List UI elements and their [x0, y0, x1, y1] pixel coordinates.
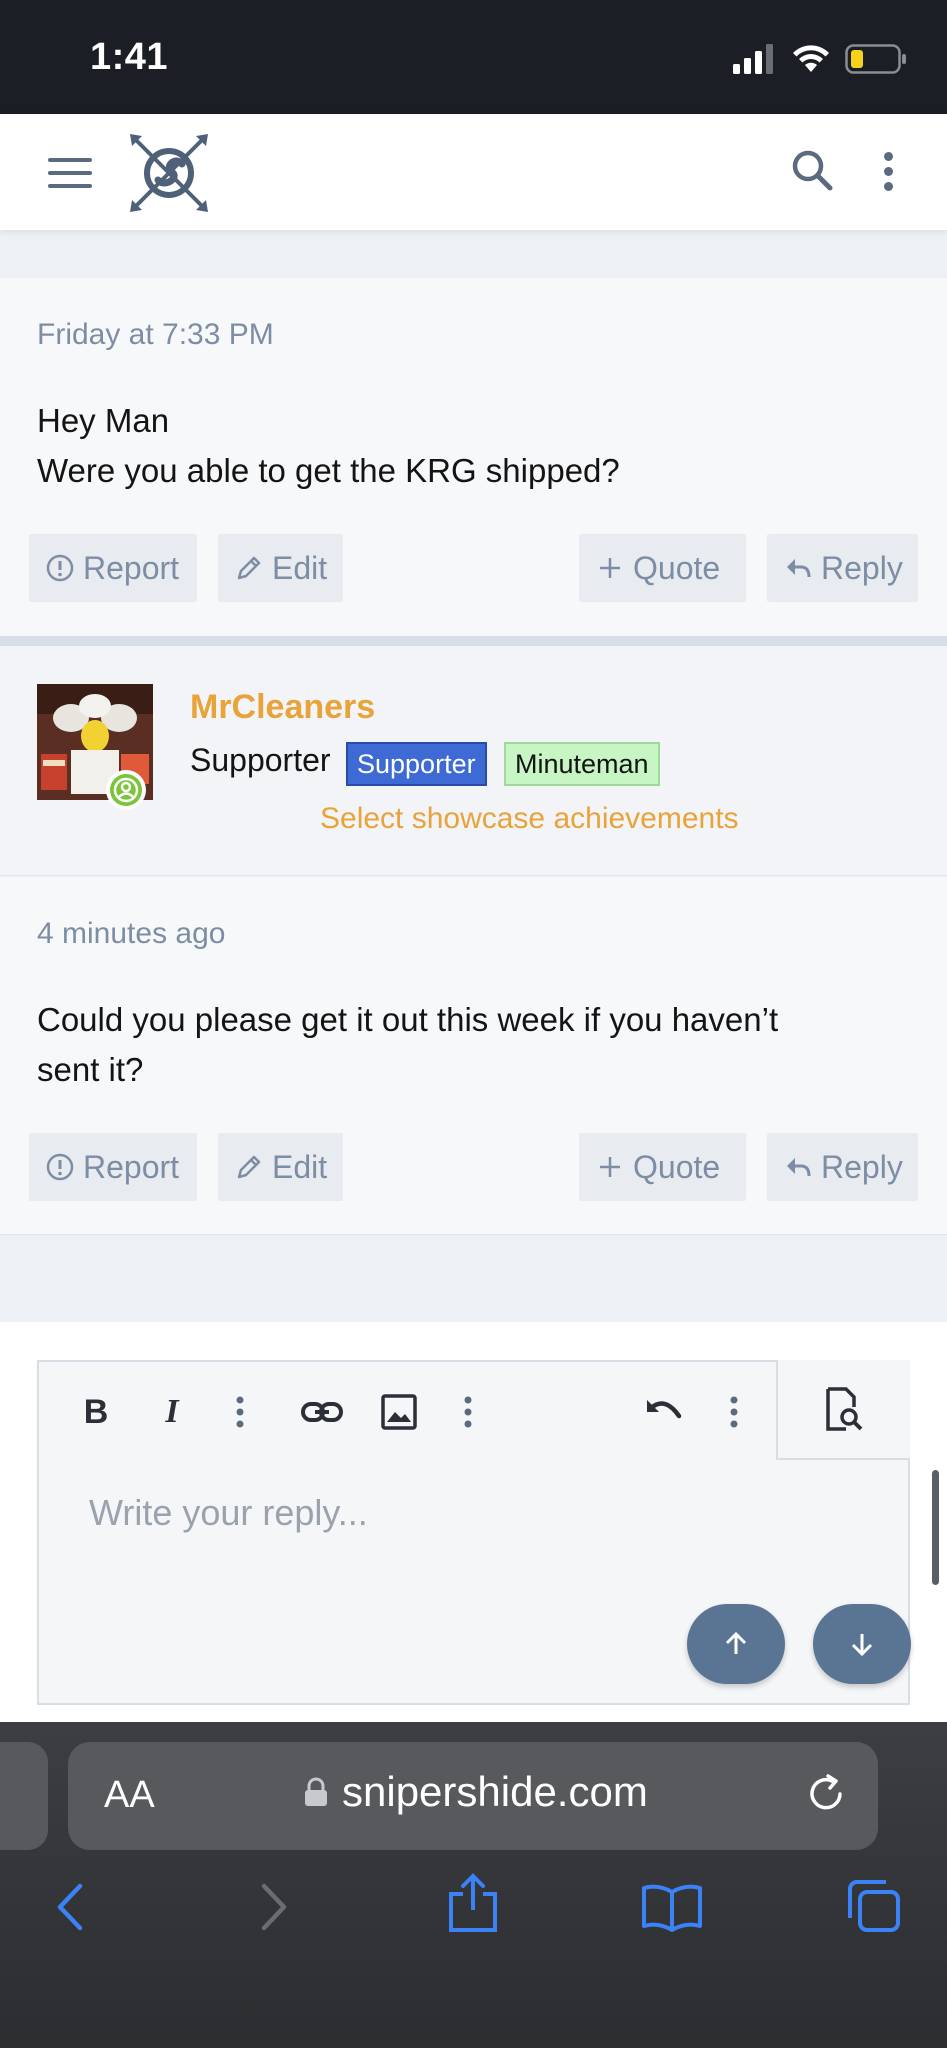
reply-arrow-icon [787, 559, 811, 578]
edit-button[interactable]: Edit [218, 534, 343, 602]
browser-toolbar: AA snipershide.com [0, 1722, 947, 2048]
pencil-icon [237, 1155, 261, 1179]
message-timestamp[interactable]: 4 minutes ago [37, 917, 225, 951]
text-size-label: AA [104, 1774, 155, 1816]
reload-icon[interactable] [804, 1772, 848, 1816]
text-size-button[interactable]: AA [104, 1774, 155, 1817]
reply-editor[interactable]: B I Write your reply... [37, 1360, 911, 1705]
alert-circle-icon [46, 554, 74, 582]
site-logo[interactable] [128, 132, 210, 214]
tabs-icon[interactable] [846, 1878, 902, 1934]
minuteman-badge: Minuteman [504, 742, 660, 786]
select-showcase-achievements-link[interactable]: Select showcase achievements [320, 802, 739, 836]
message-line: Could you please get it out this week if… [37, 1001, 779, 1038]
menu-line [48, 158, 92, 162]
plus-icon [600, 1157, 620, 1177]
share-icon[interactable] [446, 1872, 500, 1934]
reply-button[interactable]: Reply [767, 1133, 918, 1201]
back-icon[interactable] [54, 1882, 86, 1932]
cellular-signal-icon [733, 44, 773, 74]
preview-document-icon [826, 1387, 863, 1431]
kebab-dot [884, 152, 893, 161]
edit-label: Edit [272, 549, 328, 586]
lock-icon [305, 1777, 327, 1806]
report-button[interactable]: Report [29, 534, 197, 602]
kebab-dot [884, 182, 893, 191]
address-bar[interactable]: AA snipershide.com [68, 1742, 878, 1850]
quote-button[interactable]: Quote [579, 1133, 746, 1201]
page-scrollbar[interactable] [932, 1470, 939, 1585]
bold-icon[interactable]: B [81, 1390, 111, 1434]
wifi-icon [793, 45, 829, 72]
forward-icon[interactable] [258, 1882, 290, 1932]
scroll-up-button[interactable] [687, 1604, 785, 1684]
search-icon[interactable] [790, 148, 834, 192]
username-link[interactable]: MrCleaners [190, 688, 375, 727]
reply-label: Reply [821, 1148, 903, 1185]
message-body: Hey Man Were you able to get the KRG shi… [37, 396, 910, 496]
battery-icon [845, 44, 906, 74]
more-options-icon[interactable] [884, 152, 896, 192]
edit-button[interactable]: Edit [218, 1133, 343, 1201]
reply-label: Reply [821, 549, 903, 586]
more-text-options-icon[interactable] [235, 1390, 245, 1434]
report-button[interactable]: Report [29, 1133, 197, 1201]
pencil-icon [237, 556, 261, 580]
more-editor-options-icon[interactable] [729, 1390, 739, 1434]
italic-icon[interactable]: I [157, 1390, 187, 1434]
menu-button[interactable] [48, 158, 92, 188]
menu-line [48, 171, 92, 175]
user-title: Supporter [190, 742, 331, 778]
url-field[interactable]: snipershide.com [304, 1768, 648, 1816]
menu-line [48, 184, 92, 188]
previous-tab-preview[interactable] [0, 1742, 48, 1850]
reply-button[interactable]: Reply [767, 534, 918, 602]
link-icon[interactable] [301, 1390, 343, 1434]
reply-arrow-icon [787, 1158, 811, 1177]
message-body: Could you please get it out this week if… [37, 995, 910, 1095]
report-label: Report [83, 549, 180, 586]
online-user-icon [110, 774, 142, 806]
arrow-up-icon [725, 1631, 747, 1654]
image-icon[interactable] [381, 1390, 417, 1434]
message-divider [0, 636, 947, 646]
message-line: Hey Man [37, 402, 170, 439]
plus-icon [600, 558, 620, 578]
more-insert-options-icon[interactable] [463, 1390, 473, 1434]
message-line: Were you able to get the KRG shipped? [37, 452, 620, 489]
message-line: sent it? [37, 1051, 144, 1088]
preview-button[interactable] [776, 1360, 910, 1460]
alert-circle-icon [46, 1153, 74, 1181]
message-card: 4 minutes ago Could you please get it ou… [0, 877, 947, 1235]
bookmarks-icon[interactable] [640, 1882, 704, 1932]
quote-button[interactable]: Quote [579, 534, 746, 602]
url-text: snipershide.com [342, 1768, 648, 1815]
scroll-down-button[interactable] [813, 1604, 911, 1684]
supporter-badge: Supporter [346, 742, 487, 786]
edit-label: Edit [272, 1148, 328, 1185]
message-timestamp[interactable]: Friday at 7:33 PM [37, 318, 274, 352]
arrow-down-icon [851, 1634, 873, 1657]
status-time: 1:41 [90, 36, 169, 78]
quote-label: Quote [633, 549, 721, 586]
online-status-badge [106, 770, 146, 810]
report-label: Report [83, 1148, 180, 1185]
message-card: Friday at 7:33 PM Hey Man Were you able … [0, 278, 947, 636]
reply-input-placeholder[interactable]: Write your reply... [89, 1492, 368, 1534]
status-icons [733, 44, 907, 74]
undo-icon[interactable] [643, 1390, 685, 1434]
message-user-info: MrCleaners Supporter Supporter Minuteman… [0, 646, 947, 876]
status-bar: 1:41 [0, 0, 947, 114]
kebab-dot [884, 167, 893, 176]
quote-label: Quote [633, 1148, 721, 1185]
